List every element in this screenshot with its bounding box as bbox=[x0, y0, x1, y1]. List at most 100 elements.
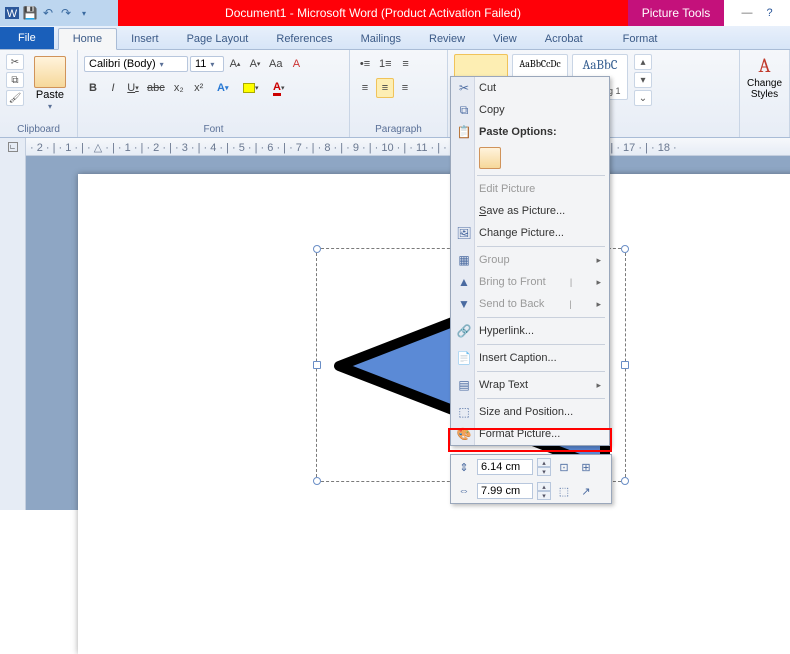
height-input[interactable] bbox=[477, 459, 533, 475]
group-font: Calibri (Body)▾ 11▾ A▴ A▾ Aa A B I U▾ ab… bbox=[78, 50, 350, 137]
align-right-button[interactable]: ≡ bbox=[396, 78, 414, 98]
crop-icon[interactable]: ⊡ bbox=[555, 458, 573, 476]
clear-formatting-button[interactable]: A bbox=[287, 54, 305, 74]
page[interactable] bbox=[78, 174, 790, 654]
numbering-button[interactable]: 1≡ bbox=[376, 54, 395, 74]
strikethrough-button[interactable]: abc bbox=[144, 78, 168, 98]
ctx-paste-option[interactable] bbox=[451, 143, 609, 173]
ribbon-tabs: File Home Insert Page Layout References … bbox=[0, 26, 790, 50]
italic-button[interactable]: I bbox=[104, 78, 122, 98]
ruler-vertical[interactable] bbox=[0, 156, 26, 510]
height-spinner[interactable]: ▴▾ bbox=[537, 458, 551, 476]
align-center-button[interactable]: ≡ bbox=[376, 78, 394, 98]
bring-front-icon: ▲ bbox=[455, 273, 473, 291]
shrink-font-button[interactable]: A▾ bbox=[246, 54, 264, 74]
tab-review[interactable]: Review bbox=[415, 29, 479, 49]
layout-dialog-icon[interactable]: ↗ bbox=[577, 482, 595, 500]
minimize-button[interactable]: — bbox=[741, 7, 752, 19]
styles-expand[interactable]: ⌄ bbox=[634, 90, 652, 106]
quick-access-toolbar: W 💾 ↶ ↷ ▾ bbox=[0, 0, 118, 26]
group-paragraph: •≡ 1≡ ≡ ≡ ≡ ≡ Paragraph bbox=[350, 50, 448, 137]
ctx-paste-options-label: 📋Paste Options: bbox=[451, 121, 609, 143]
width-spinner[interactable]: ▴▾ bbox=[537, 482, 551, 500]
height-icon: ⇕ bbox=[455, 458, 473, 476]
ctx-change-picture[interactable]: 🖼Change Picture... bbox=[451, 222, 609, 244]
tab-page-layout[interactable]: Page Layout bbox=[173, 29, 263, 49]
tab-view[interactable]: View bbox=[479, 29, 531, 49]
word-icon: W bbox=[4, 5, 20, 21]
change-styles-button[interactable]: A Change Styles bbox=[746, 54, 783, 100]
styles-row-down[interactable]: ▾ bbox=[634, 72, 652, 88]
align-left-button[interactable]: ≡ bbox=[356, 78, 374, 98]
copy-icon: ⧉ bbox=[455, 101, 473, 119]
tab-format[interactable]: Format bbox=[609, 29, 672, 49]
paste-icon: 📋 bbox=[455, 123, 473, 141]
crop-more-icon[interactable]: ⊞ bbox=[577, 458, 595, 476]
format-picture-icon: 🎨 bbox=[455, 425, 473, 443]
size-mini-toolbar: ⇕ ▴▾ ⊡ ⊞ ⇔ ▴▾ ⬚ ↗ bbox=[450, 454, 612, 504]
ctx-insert-caption[interactable]: 📄Insert Caption... bbox=[451, 347, 609, 369]
width-input[interactable] bbox=[477, 483, 533, 499]
change-case-button[interactable]: Aa bbox=[266, 54, 285, 74]
ctx-hyperlink[interactable]: 🔗Hyperlink... bbox=[451, 320, 609, 342]
cut-button[interactable]: ✂ bbox=[6, 54, 24, 70]
ruler-corner[interactable]: ∟ bbox=[0, 138, 26, 156]
help-button[interactable]: ? bbox=[766, 7, 772, 19]
bullets-button[interactable]: •≡ bbox=[356, 54, 374, 74]
cut-icon: ✂ bbox=[455, 79, 473, 97]
picture-tools-tab-header: Picture Tools bbox=[628, 0, 724, 26]
tab-home[interactable]: Home bbox=[58, 28, 117, 50]
qat-dropdown-icon[interactable]: ▾ bbox=[76, 5, 92, 21]
group-change-styles: A Change Styles bbox=[740, 50, 790, 137]
change-picture-icon: 🖼 bbox=[455, 224, 473, 242]
caption-icon: 📄 bbox=[455, 349, 473, 367]
workspace bbox=[26, 156, 790, 510]
ctx-edit-picture: Edit Picture bbox=[451, 178, 609, 200]
tab-file[interactable]: File bbox=[0, 27, 54, 49]
subscript-button[interactable]: x₂ bbox=[170, 78, 188, 98]
window-controls: — ? bbox=[724, 0, 790, 26]
undo-icon[interactable]: ↶ bbox=[40, 5, 56, 21]
ctx-group: ▦Group▸ bbox=[451, 249, 609, 271]
window-title: Document1 - Microsoft Word (Product Acti… bbox=[118, 0, 628, 26]
styles-row-up[interactable]: ▴ bbox=[634, 54, 652, 70]
tab-references[interactable]: References bbox=[262, 29, 346, 49]
font-name-select[interactable]: Calibri (Body)▾ bbox=[84, 56, 188, 72]
format-painter-button[interactable]: 🖌 bbox=[6, 90, 24, 106]
font-size-select[interactable]: 11▾ bbox=[190, 56, 224, 72]
superscript-button[interactable]: x² bbox=[190, 78, 208, 98]
text-effects-button[interactable]: A▾ bbox=[210, 78, 236, 98]
ctx-format-picture[interactable]: 🎨Format Picture... bbox=[451, 423, 609, 445]
copy-button[interactable]: ⧉ bbox=[6, 72, 24, 88]
ctx-save-as-picture[interactable]: Save as Picture... bbox=[451, 200, 609, 222]
ctx-cut[interactable]: ✂Cut bbox=[451, 77, 609, 99]
ctx-size-position[interactable]: ⬚Size and Position... bbox=[451, 401, 609, 423]
group-clipboard: ✂ ⧉ 🖌 Paste ▾ Clipboard bbox=[0, 50, 78, 137]
multilevel-button[interactable]: ≡ bbox=[397, 54, 415, 74]
tab-insert[interactable]: Insert bbox=[117, 29, 173, 49]
grow-font-button[interactable]: A▴ bbox=[226, 54, 244, 74]
ctx-wrap-text[interactable]: ▤Wrap Text▸ bbox=[451, 374, 609, 396]
context-menu: ✂Cut ⧉Copy 📋Paste Options: Edit Picture … bbox=[450, 76, 610, 446]
paste-icon bbox=[34, 56, 66, 88]
width-icon: ⇔ bbox=[455, 482, 473, 500]
paste-button[interactable]: Paste ▾ bbox=[28, 54, 72, 113]
bold-button[interactable]: B bbox=[84, 78, 102, 98]
size-icon: ⬚ bbox=[455, 403, 473, 421]
hyperlink-icon: 🔗 bbox=[455, 322, 473, 340]
underline-button[interactable]: U▾ bbox=[124, 78, 142, 98]
ctx-copy[interactable]: ⧉Copy bbox=[451, 99, 609, 121]
ribbon: ✂ ⧉ 🖌 Paste ▾ Clipboard Calibri (Body)▾ … bbox=[0, 50, 790, 138]
highlight-button[interactable]: ▾ bbox=[238, 78, 264, 98]
paste-option-icon bbox=[479, 147, 501, 169]
send-back-icon: ▼ bbox=[455, 295, 473, 313]
font-color-button[interactable]: A▾ bbox=[266, 78, 292, 98]
ruler-area: ∟ · 2 · | · 1 · | · △ · | · 1 · | · 2 · … bbox=[0, 138, 790, 156]
group-label-paragraph: Paragraph bbox=[356, 122, 441, 135]
save-icon[interactable]: 💾 bbox=[22, 5, 38, 21]
ruler-horizontal[interactable]: · 2 · | · 1 · | · △ · | · 1 · | · 2 · | … bbox=[26, 138, 790, 156]
redo-icon[interactable]: ↷ bbox=[58, 5, 74, 21]
tab-acrobat[interactable]: Acrobat bbox=[531, 29, 597, 49]
tab-mailings[interactable]: Mailings bbox=[347, 29, 415, 49]
position-icon[interactable]: ⬚ bbox=[555, 482, 573, 500]
